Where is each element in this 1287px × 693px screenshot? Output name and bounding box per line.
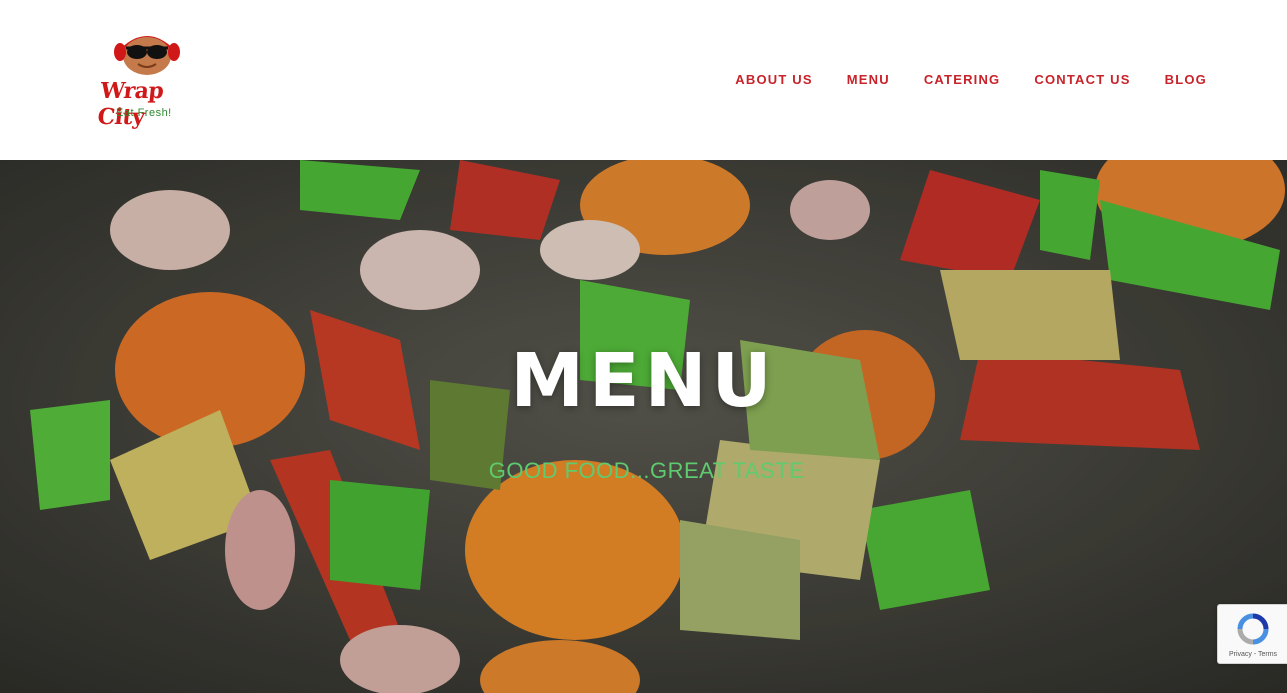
recaptcha-links: Privacy - Terms [1218, 651, 1287, 658]
recaptcha-privacy-link[interactable]: Privacy [1229, 651, 1252, 658]
nav-catering[interactable]: CATERING [924, 70, 1001, 90]
page-subtitle: GOOD FOOD...GREAT TASTE [488, 458, 805, 483]
main-nav: ABOUT US MENU CATERING CONTACT US BLOG [735, 70, 1207, 90]
recaptcha-terms-link[interactable]: Terms [1258, 651, 1277, 658]
nav-menu[interactable]: MENU [847, 70, 890, 90]
nav-about-us[interactable]: ABOUT US [735, 70, 813, 90]
page-title: MENU [510, 338, 777, 424]
hero-overlay [0, 160, 1287, 693]
recaptcha-icon [1237, 613, 1269, 645]
recaptcha-badge[interactable]: Privacy - Terms [1217, 604, 1287, 664]
nav-blog[interactable]: BLOG [1165, 70, 1207, 90]
nav-contact-us[interactable]: CONTACT US [1034, 70, 1130, 90]
logo-wordmark: Wrap City [96, 78, 165, 130]
site-header: Wrap City Eat Fresh! ABOUT US MENU CATER… [0, 0, 1287, 160]
logo-tagline: Eat Fresh! [116, 107, 172, 119]
hero-banner: MENU GOOD FOOD...GREAT TASTE [0, 160, 1287, 693]
